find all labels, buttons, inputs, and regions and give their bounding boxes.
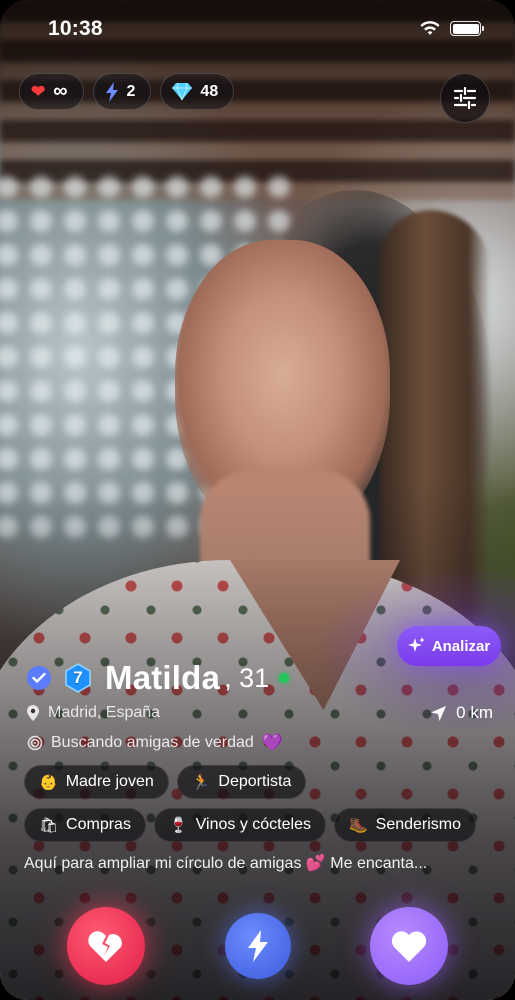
tag-label: Compras: [66, 816, 131, 833]
level-value: 7: [73, 668, 83, 687]
bolt-icon: [105, 81, 118, 102]
tag-label: Deportista: [218, 773, 292, 790]
looking-for-text: Buscando amigas de verdad: [51, 734, 254, 751]
analyze-label: Analizar: [431, 637, 491, 655]
battery-icon: [450, 21, 484, 36]
online-indicator: [279, 673, 290, 683]
spiral-icon: [27, 735, 43, 751]
hiking-boot-icon: 🥾: [348, 816, 368, 834]
profile-name: Matilda: [105, 659, 221, 696]
verified-check-icon: [27, 666, 51, 690]
lives-counter[interactable]: ❤ ∞: [19, 73, 84, 110]
lives-value: ∞: [53, 80, 68, 102]
status-bar: 10:38: [0, 0, 515, 56]
dislike-button[interactable]: [67, 907, 145, 985]
broken-heart-icon: [88, 931, 122, 962]
tag-compras[interactable]: 🛍 Compras: [24, 808, 146, 842]
profile-age: , 31: [224, 662, 270, 693]
filter-button[interactable]: [440, 73, 490, 123]
heart-icon: [391, 931, 427, 962]
location-text: Madrid, España: [48, 704, 161, 721]
diamond-icon: [172, 83, 193, 100]
boost-button[interactable]: [225, 913, 291, 979]
like-button[interactable]: [370, 907, 448, 985]
distance-text: 0 km: [456, 703, 493, 722]
sliders-icon: [453, 87, 477, 109]
baby-icon: 👶: [39, 773, 58, 791]
purple-heart-icon: 💜: [261, 733, 283, 752]
tag-senderismo[interactable]: 🥾 Senderismo: [333, 808, 477, 842]
boosts-counter[interactable]: 2: [92, 73, 152, 110]
status-time: 10:38: [48, 17, 103, 40]
gems-counter[interactable]: 48: [160, 73, 235, 110]
bolt-icon: [248, 930, 268, 962]
looking-for-row: Buscando amigas de verdad 💜: [27, 731, 283, 755]
resource-counters: ❤ ∞ 2 48: [19, 73, 235, 110]
tag-label: Senderismo: [375, 816, 462, 833]
shopping-bag-icon: 🛍: [39, 816, 59, 834]
profile-bio[interactable]: Aquí para ampliar mi círculo de amigas 💕…: [24, 853, 494, 873]
gems-value: 48: [200, 82, 219, 100]
boosts-value: 2: [126, 82, 136, 100]
tag-vinos-cocteles[interactable]: 🍷 Vinos y cócteles: [153, 808, 326, 842]
tag-label: Vinos y cócteles: [195, 816, 311, 833]
swipe-actions: [0, 905, 515, 985]
analyze-button[interactable]: Analizar: [397, 626, 501, 666]
location-pin-icon: [27, 705, 39, 721]
level-badge[interactable]: 7: [63, 663, 93, 693]
interest-tags: 👶 Madre joven 🏃 Deportista 🛍 Compras 🍷 V…: [24, 765, 494, 851]
location-row: Madrid, España 0 km: [27, 702, 493, 724]
tag-madre-joven[interactable]: 👶 Madre joven: [24, 765, 169, 799]
profile-name-row: 7 Matilda , 31: [27, 656, 290, 700]
profile-card-screen: 10:38 ❤ ∞ 2 48 Analizar 7 Matilda , 31 M…: [0, 0, 515, 1000]
runner-icon: 🏃: [191, 773, 211, 791]
navigation-arrow-icon: [431, 705, 447, 721]
tag-label: Madre joven: [65, 773, 154, 790]
tag-deportista[interactable]: 🏃 Deportista: [176, 765, 307, 799]
sparkle-icon: [407, 637, 425, 652]
wine-glass-icon: 🍷: [168, 816, 188, 834]
wifi-icon: [420, 21, 440, 35]
heart-icon: ❤: [31, 82, 46, 101]
